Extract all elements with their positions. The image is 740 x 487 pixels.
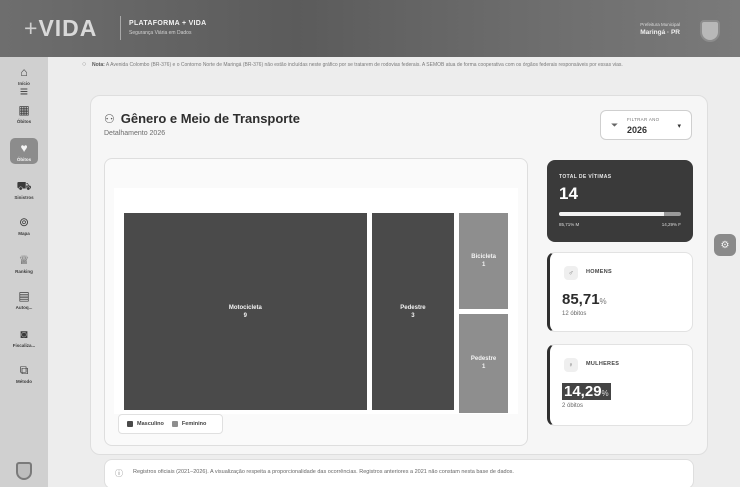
filter-funnel-icon: ⏷ (611, 120, 619, 130)
sidebar-item-6[interactable]: ♕ Ranking (4, 250, 44, 280)
treemap-cell[interactable]: Bicicleta 1 (459, 213, 508, 309)
women-value-number: 14,29 (564, 383, 602, 400)
sidebar-item-label: Autoq... (15, 305, 33, 310)
sidebar-item-2[interactable]: ▦ Óbitos (4, 100, 44, 130)
women-value: 14,29% (562, 383, 611, 400)
prefecture-label: Prefeitura Municipal (640, 22, 680, 27)
brand-subtitle: Segurança Viária em Dados (129, 30, 192, 36)
men-value-number: 85,71 (562, 291, 600, 308)
legend-label-masculino: Masculino (137, 421, 164, 427)
filter-label: FILTRAR ANO (627, 117, 660, 122)
city-crest-icon (700, 20, 720, 42)
women-value-pct: % (601, 389, 609, 398)
men-label: HOMENS (586, 269, 612, 275)
chart-legend: Masculino Feminino (118, 414, 224, 434)
treemap-cell[interactable]: Pedestre 3 (371, 213, 455, 410)
filter-value: 2026 (627, 125, 648, 135)
legend-item-masculino[interactable]: Masculino (127, 421, 164, 427)
user-icon: ♀ (564, 358, 578, 372)
app-header: +VIDA PLATAFORMA + VIDA Segurança Viária… (0, 0, 740, 57)
info-circle-icon: ○ (82, 61, 87, 68)
map-pin-icon: ⊚ (18, 215, 30, 229)
trophy-icon: ♕ (18, 253, 30, 267)
treemap-cell-value: 9 (243, 312, 247, 319)
info-footer: ⓘ Registros oficiais (2021–2026). A visu… (104, 459, 694, 487)
legend-label-feminino: Feminino (181, 421, 207, 427)
treemap-cell-value: 3 (411, 312, 415, 319)
sidebar-item-1[interactable]: ⌂ Início (4, 62, 44, 92)
sidebar-item-9[interactable]: ⧉ Método (4, 360, 44, 390)
card-subtitle: Detalhamento 2026 (104, 130, 166, 137)
legend-swatch-feminino (171, 421, 178, 427)
men-stat-card: ♂ HOMENS 85,71% 12 óbitos (547, 252, 693, 332)
men-value: 85,71% (562, 291, 607, 308)
logo-plus: + (24, 15, 39, 41)
sidebar-item-3[interactable]: ♥ Óbitos (10, 138, 38, 164)
card-title: ⚇ Gênero e Meio de Transporte (104, 111, 300, 126)
year-filter-select[interactable]: ⏷ FILTRAR ANO 2026 ▾ (600, 110, 692, 140)
home-icon: ⌂ (20, 65, 28, 79)
treemap-cell-label: Bicicleta (471, 254, 496, 260)
sidebar-crest-icon (16, 462, 32, 480)
sidebar: ≡ ⌂ Início ▦ Óbitos ♥ Óbitos ⛟ Sinistros ⊚ Mapa ♕ R… (0, 57, 48, 487)
notice-body: A Avenida Colombo (BR-376) e o Contorno … (105, 62, 623, 68)
sidebar-item-8[interactable]: ◙ Fiscaliza... (4, 324, 44, 354)
male-bar-label: 85,71% M (559, 222, 580, 227)
total-value: 14 (559, 184, 578, 203)
brand-block: PLATAFORMA + VIDA Segurança Viária em Da… (129, 20, 207, 36)
sidebar-item-4[interactable]: ⛟ Sinistros (4, 176, 44, 206)
prefecture-block: Prefeitura Municipal Maringá · PR (640, 22, 680, 36)
women-label: MULHERES (586, 361, 620, 367)
logo-text: VIDA (38, 15, 98, 41)
document-icon: ▤ (18, 289, 30, 303)
info-icon: ⓘ (115, 469, 123, 478)
sidebar-item-label: Óbitos (16, 119, 32, 124)
sidebar-item-label: Início (18, 81, 30, 86)
sidebar-item-label: Ranking (15, 269, 33, 274)
women-stat-card: ♀ MULHERES 14,29% 2 óbitos (547, 344, 693, 426)
gender-progress-fill (559, 212, 664, 216)
gender-progress-bar (559, 212, 681, 216)
chevron-down-icon: ▾ (677, 123, 681, 130)
user-icon: ♂ (564, 266, 578, 280)
legend-item-feminino[interactable]: Feminino (171, 421, 207, 427)
treemap-cell[interactable]: Motocicleta 9 (124, 213, 367, 410)
sidebar-item-5[interactable]: ⊚ Mapa (4, 212, 44, 242)
sidebar-item-label: Sinistros (14, 195, 34, 200)
floating-action-button[interactable]: ⚙ (714, 234, 736, 256)
treemap-cell-label: Motocicleta (228, 304, 262, 311)
sidebar-item-label: Fiscaliza... (12, 343, 36, 348)
notice-bold: Nota: (92, 62, 105, 68)
card-title-text: Gênero e Meio de Transporte (120, 111, 300, 126)
total-label: TOTAL DE VÍTIMAS (559, 174, 612, 180)
app-logo[interactable]: +VIDA (24, 15, 97, 42)
legend-swatch-masculino (127, 421, 133, 427)
men-deaths: 12 óbitos (562, 311, 587, 317)
car-crash-icon: ⛟ (16, 179, 32, 193)
treemap-cell-label: Pedestre (400, 304, 426, 311)
sidebar-item-label: Óbitos (16, 157, 32, 162)
info-text: Registros oficiais (2021–2026). A visual… (133, 469, 514, 475)
book-icon: ⧉ (19, 363, 29, 377)
treemap-chart: Motocicleta 9 Pedestre 3 Bicicleta 1 Pedestre 1 (114, 188, 518, 414)
camera-icon: ◙ (20, 327, 28, 341)
grid-icon: ▦ (18, 103, 30, 117)
notice-text: Nota: A Avenida Colombo (BR-376) e o Con… (92, 61, 682, 69)
sidebar-item-7[interactable]: ▤ Autoq... (4, 286, 44, 316)
treemap-cell[interactable]: Pedestre 1 (459, 314, 508, 413)
heart-pulse-icon: ♥ (20, 141, 28, 155)
men-value-pct: % (599, 297, 607, 306)
sidebar-item-label: Mapa (18, 231, 30, 236)
header-divider (120, 16, 121, 40)
brand-title: PLATAFORMA + VIDA (129, 20, 207, 27)
users-icon: ⚇ (104, 112, 115, 126)
female-bar-label: 14,29% F (661, 222, 681, 227)
sidebar-item-label: Método (16, 379, 32, 384)
treemap-cell-value: 1 (481, 262, 486, 268)
prefecture-city: Maringá · PR (640, 29, 680, 36)
treemap-cell-value: 1 (481, 364, 486, 371)
total-victims-card: TOTAL DE VÍTIMAS 14 85,71% M 14,29% F (547, 160, 693, 242)
women-deaths: 2 óbitos (562, 403, 584, 409)
treemap-cell-label: Pedestre (470, 356, 497, 363)
